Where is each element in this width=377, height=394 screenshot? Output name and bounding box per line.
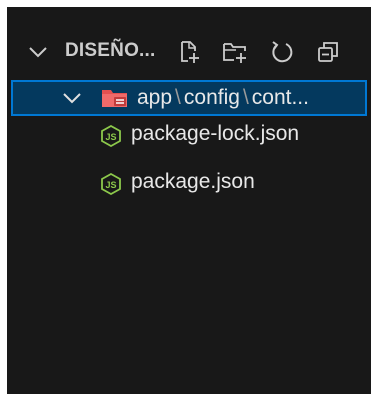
collapse-all-button[interactable] (312, 37, 344, 67)
section-title: DISEÑO... (65, 40, 156, 61)
collapse-all-icon (318, 42, 338, 62)
refresh-button[interactable] (266, 37, 298, 67)
folder-config-icon (102, 90, 127, 107)
chevron-down-icon[interactable] (27, 41, 49, 63)
explorer-section-header[interactable]: DISEÑO... (7, 37, 371, 71)
chevron-down-icon[interactable] (61, 87, 83, 109)
new-folder-icon (223, 43, 246, 63)
svg-text:JS: JS (105, 180, 116, 190)
file-name: package-lock.json (131, 122, 300, 145)
path-separator: \ (175, 86, 181, 109)
path-segment: config (183, 86, 240, 109)
file-name: package.json (131, 170, 255, 193)
path-segment: app (137, 86, 173, 109)
svg-text:JS: JS (105, 132, 116, 142)
refresh-icon (272, 41, 293, 63)
folder-row[interactable]: app \ config \ cont... (11, 80, 367, 116)
file-row[interactable]: JS package.json (7, 166, 371, 202)
path-segment: cont... (251, 86, 309, 109)
folder-path: app \ config \ cont... (137, 86, 309, 110)
path-separator: \ (242, 86, 249, 109)
new-file-icon (181, 41, 199, 63)
new-folder-button[interactable] (218, 37, 250, 67)
nodejs-icon: JS (101, 125, 121, 147)
explorer-panel: DISEÑO... app \ config \ cont... JS pack… (7, 7, 371, 394)
new-file-button[interactable] (173, 37, 205, 67)
nodejs-icon: JS (101, 173, 121, 195)
file-row[interactable]: JS package-lock.json (7, 118, 371, 154)
